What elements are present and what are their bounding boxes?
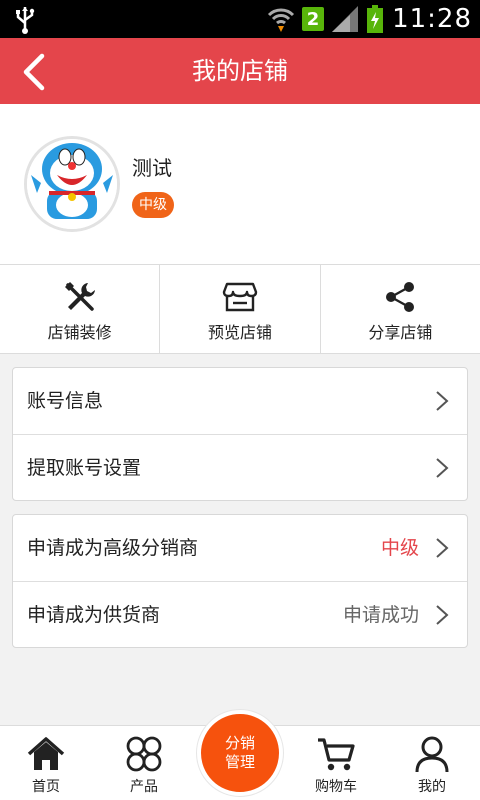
withdraw-account-settings-row[interactable]: 提取账号设置 [13, 434, 467, 500]
preview-shop-label: 预览店铺 [207, 323, 272, 342]
tools-icon [64, 282, 95, 311]
nav-home-label: 首页 [32, 779, 60, 795]
shop-actions: 店铺装修 预览店铺 分享店铺 [0, 264, 480, 354]
chevron-right-icon [436, 391, 449, 411]
share-icon [386, 282, 415, 312]
preview-shop-button[interactable]: 预览店铺 [159, 265, 319, 353]
home-icon [27, 737, 65, 770]
usb-icon [16, 7, 35, 34]
apply-supplier-row[interactable]: 申请成为供货商 申请成功 [13, 581, 467, 647]
nav-products-label: 产品 [130, 779, 158, 795]
level-badge: 中级 [132, 192, 174, 218]
nav-cart-label: 购物车 [315, 779, 357, 795]
wifi-icon [268, 8, 295, 32]
avatar-image [27, 139, 117, 229]
decorate-shop-label: 店铺装修 [47, 323, 112, 342]
nav-products[interactable]: 产品 [104, 726, 184, 800]
status-bar: 2 11:28 [0, 0, 480, 38]
chevron-right-icon [436, 538, 449, 558]
share-shop-label: 分享店铺 [368, 323, 433, 342]
profile-section: 测试 中级 [0, 104, 480, 264]
nav-home[interactable]: 首页 [6, 726, 86, 800]
chevron-right-icon [436, 605, 449, 625]
nav-mine-label: 我的 [418, 779, 446, 795]
cart-icon [318, 738, 355, 771]
sim-slot-badge: 2 [302, 7, 325, 31]
products-icon [126, 736, 162, 772]
distribution-management-button[interactable]: 分销 管理 [197, 710, 283, 796]
store-icon [222, 282, 258, 312]
center-button-line2: 管理 [224, 753, 255, 771]
center-button-line1: 分销 [224, 734, 255, 752]
apply-senior-distributor-row[interactable]: 申请成为高级分销商 中级 [13, 515, 467, 581]
apply-senior-distributor-label: 申请成为高级分销商 [27, 537, 199, 559]
user-icon [415, 736, 449, 773]
page-title: 我的店铺 [192, 57, 288, 85]
battery-icon [367, 5, 384, 33]
apply-supplier-label: 申请成为供货商 [27, 604, 161, 626]
withdraw-account-settings-label: 提取账号设置 [27, 457, 142, 479]
nav-mine[interactable]: 我的 [392, 726, 472, 800]
share-shop-button[interactable]: 分享店铺 [319, 265, 480, 353]
account-info-row[interactable]: 账号信息 [13, 368, 467, 434]
signal-icon [332, 6, 359, 32]
distributor-level-value: 中级 [380, 537, 419, 559]
title-bar: 我的店铺 [0, 38, 480, 104]
clock: 11:28 [392, 4, 472, 34]
supplier-status-value: 申请成功 [342, 604, 419, 626]
decorate-shop-button[interactable]: 店铺装修 [0, 265, 159, 353]
nav-cart[interactable]: 购物车 [296, 726, 376, 800]
account-info-label: 账号信息 [27, 390, 104, 412]
account-menu-group: 账号信息 提取账号设置 [12, 367, 468, 501]
avatar[interactable] [24, 136, 120, 232]
shop-name: 测试 [132, 156, 172, 180]
chevron-right-icon [436, 458, 449, 478]
application-menu-group: 申请成为高级分销商 中级 申请成为供货商 申请成功 [12, 514, 468, 648]
